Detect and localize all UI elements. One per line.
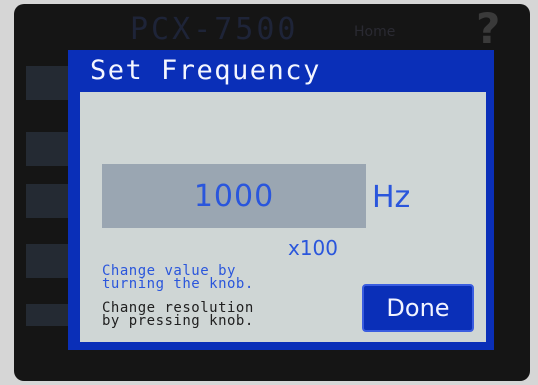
frequency-value-display[interactable]: 1000 bbox=[102, 164, 366, 228]
done-button[interactable]: Done bbox=[362, 284, 474, 332]
background-tile bbox=[26, 132, 72, 166]
dialog-title: Set Frequency bbox=[90, 55, 321, 86]
help-icon: ? bbox=[476, 4, 501, 53]
set-frequency-dialog: Set Frequency 1000 Hz x100 Change value … bbox=[68, 50, 494, 350]
background-app-title: PCX-7500 bbox=[130, 12, 299, 47]
background-tile bbox=[26, 304, 72, 326]
background-home-button: Home bbox=[354, 24, 396, 40]
background-tile bbox=[26, 184, 72, 218]
background-tile bbox=[26, 66, 72, 100]
hint-change-value: Change value by turning the knob. bbox=[102, 263, 254, 292]
frequency-unit: Hz bbox=[372, 180, 411, 215]
frequency-value: 1000 bbox=[193, 178, 275, 214]
dialog-body: 1000 Hz x100 Change value by turning the… bbox=[80, 92, 486, 342]
lcd-screen: PCX-7500 Home ? Set Frequency 1000 Hz x1… bbox=[14, 4, 530, 381]
hint-change-resolution: Change resolution by pressing knob. bbox=[102, 300, 254, 329]
background-tile bbox=[26, 244, 72, 278]
resolution-indicator: x100 bbox=[288, 236, 339, 260]
